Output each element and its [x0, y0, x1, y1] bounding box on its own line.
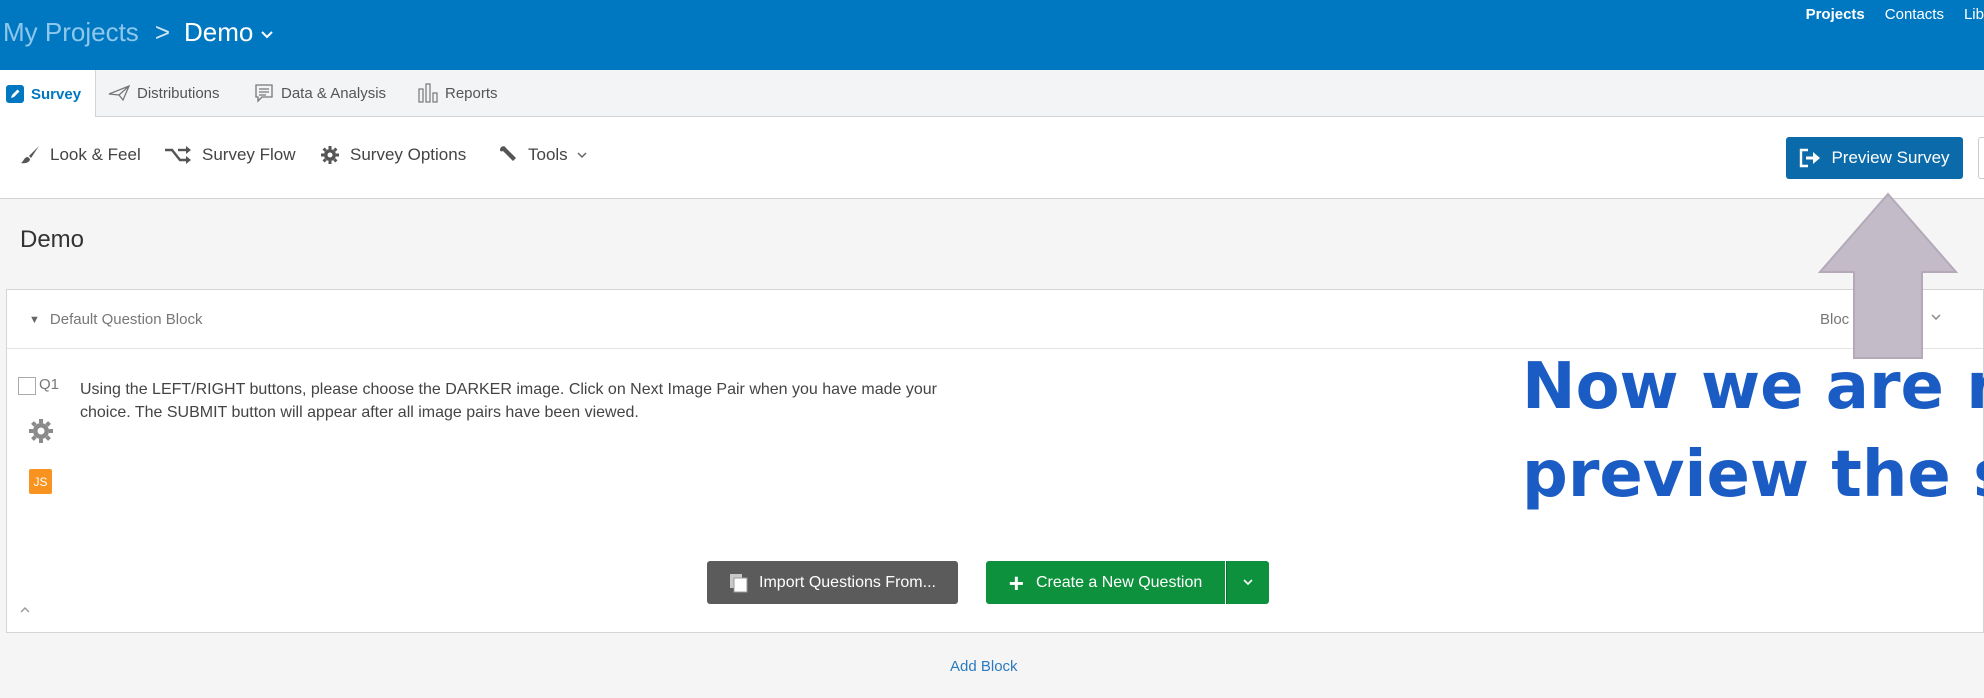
look-feel-label: Look & Feel [50, 145, 141, 164]
paper-plane-icon [108, 85, 130, 101]
survey-title: Demo [20, 226, 85, 253]
look-feel-button[interactable]: Look & Feel [20, 145, 141, 165]
caret-down-icon[interactable]: ▼ [29, 314, 40, 326]
annotation-callout-text: Now we are rea preview the su [1522, 343, 1984, 519]
survey-toolbar: Look & Feel Survey Flow Survey Options T… [0, 117, 1984, 199]
survey-options-button[interactable]: Survey Options [320, 145, 466, 165]
collapse-block-chevron-up-icon[interactable] [20, 600, 30, 616]
create-question-dropdown[interactable] [1226, 561, 1269, 604]
preview-survey-button[interactable]: Preview Survey [1786, 137, 1963, 179]
nav-contacts[interactable]: Contacts [1885, 6, 1944, 23]
survey-options-label: Survey Options [350, 145, 467, 164]
nav-projects[interactable]: Projects [1806, 6, 1865, 23]
tab-survey[interactable]: Survey [0, 70, 97, 118]
annotation-line-2: preview the su [1522, 438, 1984, 512]
annotation-line-1: Now we are rea [1522, 350, 1984, 424]
block-name[interactable]: ▼ Default Question Block [29, 311, 202, 328]
chevron-down-icon [577, 151, 587, 159]
comment-list-icon [254, 83, 274, 103]
javascript-badge[interactable]: JS [29, 469, 52, 494]
tab-distributions-label: Distributions [137, 84, 220, 102]
block-name-label: Default Question Block [49, 311, 203, 328]
nav-library[interactable]: Lib [1964, 6, 1984, 23]
question-text[interactable]: Using the LEFT/RIGHT buttons, please cho… [80, 378, 960, 424]
pencil-icon [6, 85, 24, 103]
tab-reports[interactable]: Reports [418, 70, 498, 116]
tab-bar: Survey Distributions Data & Analysis Rep… [0, 70, 1984, 118]
add-block-link[interactable]: Add Block [950, 658, 1018, 675]
gear-icon [320, 145, 340, 165]
tools-label: Tools [528, 145, 568, 164]
project-name[interactable]: Demo [184, 17, 253, 48]
tab-survey-label: Survey [31, 85, 82, 103]
create-new-question-button[interactable]: + Create a New Question [986, 561, 1225, 604]
breadcrumb-my-projects[interactable]: My Projects [3, 17, 139, 48]
question-select-checkbox[interactable] [18, 377, 36, 395]
breadcrumb: My Projects > Demo [3, 14, 274, 50]
import-questions-button[interactable]: Import Questions From... [707, 561, 958, 604]
shuffle-icon [164, 146, 192, 164]
tab-data-analysis-label: Data & Analysis [281, 84, 387, 102]
create-new-question-label: Create a New Question [1035, 573, 1203, 591]
survey-flow-label: Survey Flow [202, 145, 296, 164]
question-number: Q1 [39, 376, 60, 393]
tools-dropdown[interactable]: Tools [498, 145, 587, 165]
preview-survey-label: Preview Survey [1831, 148, 1950, 167]
tab-data-analysis[interactable]: Data & Analysis [254, 70, 386, 116]
chevron-down-icon [1243, 579, 1253, 586]
top-bar: My Projects > Demo Projects Contacts Lib [0, 0, 1984, 70]
overflow-button[interactable] [1978, 137, 1984, 179]
survey-flow-button[interactable]: Survey Flow [164, 145, 296, 165]
breadcrumb-separator: > [154, 16, 170, 47]
preview-exit-icon [1799, 148, 1821, 168]
tab-reports-label: Reports [445, 84, 498, 102]
question-settings-gear-icon[interactable] [27, 417, 55, 450]
plus-icon: + [1008, 567, 1024, 598]
wrench-icon [498, 145, 518, 165]
paint-brush-icon [20, 145, 40, 165]
copy-pages-icon [729, 573, 749, 593]
chevron-down-icon[interactable] [261, 26, 274, 42]
tab-distributions[interactable]: Distributions [108, 70, 220, 116]
block-header[interactable]: ▼ Default Question Block Bloc [7, 290, 1983, 349]
top-nav: Projects Contacts Lib [1786, 6, 1984, 23]
annotation-up-arrow-icon [1816, 190, 1960, 365]
bar-chart-icon [418, 83, 438, 103]
import-questions-label: Import Questions From... [759, 573, 936, 591]
